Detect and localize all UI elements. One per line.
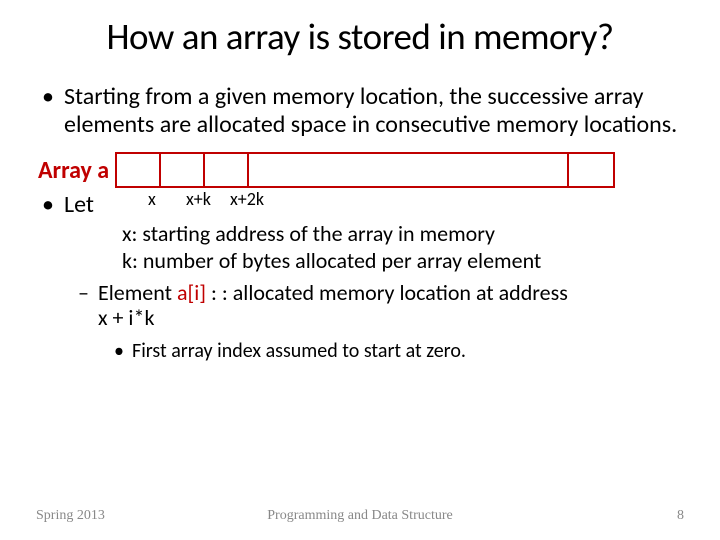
element-prefix: Element [98, 279, 177, 306]
definitions: x: starting address of the array in memo… [122, 221, 682, 274]
let-bullet: Let [38, 190, 132, 219]
footer-center: Programming and Data Structure [252, 508, 468, 524]
element-bullet: Element a[i] : : allocated memory locati… [78, 280, 682, 331]
array-cell [117, 154, 161, 186]
array-cell [569, 154, 613, 186]
footer: Spring 2013 Programming and Data Structu… [0, 508, 720, 524]
array-label: Array a [38, 156, 109, 185]
addr-x2k: x+2k [230, 188, 290, 210]
def-x: x: starting address of the array in memo… [122, 221, 682, 247]
array-cell [205, 154, 249, 186]
array-cell [249, 154, 569, 186]
addr-x: x [142, 188, 186, 210]
slide-title: How an array is stored in memory? [38, 14, 682, 59]
sub-bullet: First array index assumed to start at ze… [114, 339, 682, 363]
def-k: k: number of bytes allocated per array e… [122, 248, 682, 274]
element-ai: a[i] [177, 279, 206, 306]
array-boxes [115, 152, 615, 188]
let-row: Let x x+k x+2k [38, 190, 682, 219]
element-expr: x + i*k [98, 304, 154, 331]
main-bullet: Starting from a given memory location, t… [38, 83, 682, 138]
element-mid: : : allocated memory location at address [206, 279, 568, 306]
footer-left: Spring 2013 [36, 508, 252, 524]
array-diagram-row: Array a [38, 152, 682, 188]
addr-xk: x+k [186, 188, 230, 210]
array-cell [161, 154, 205, 186]
footer-right: 8 [468, 508, 684, 524]
address-labels: x x+k x+2k [142, 188, 290, 210]
